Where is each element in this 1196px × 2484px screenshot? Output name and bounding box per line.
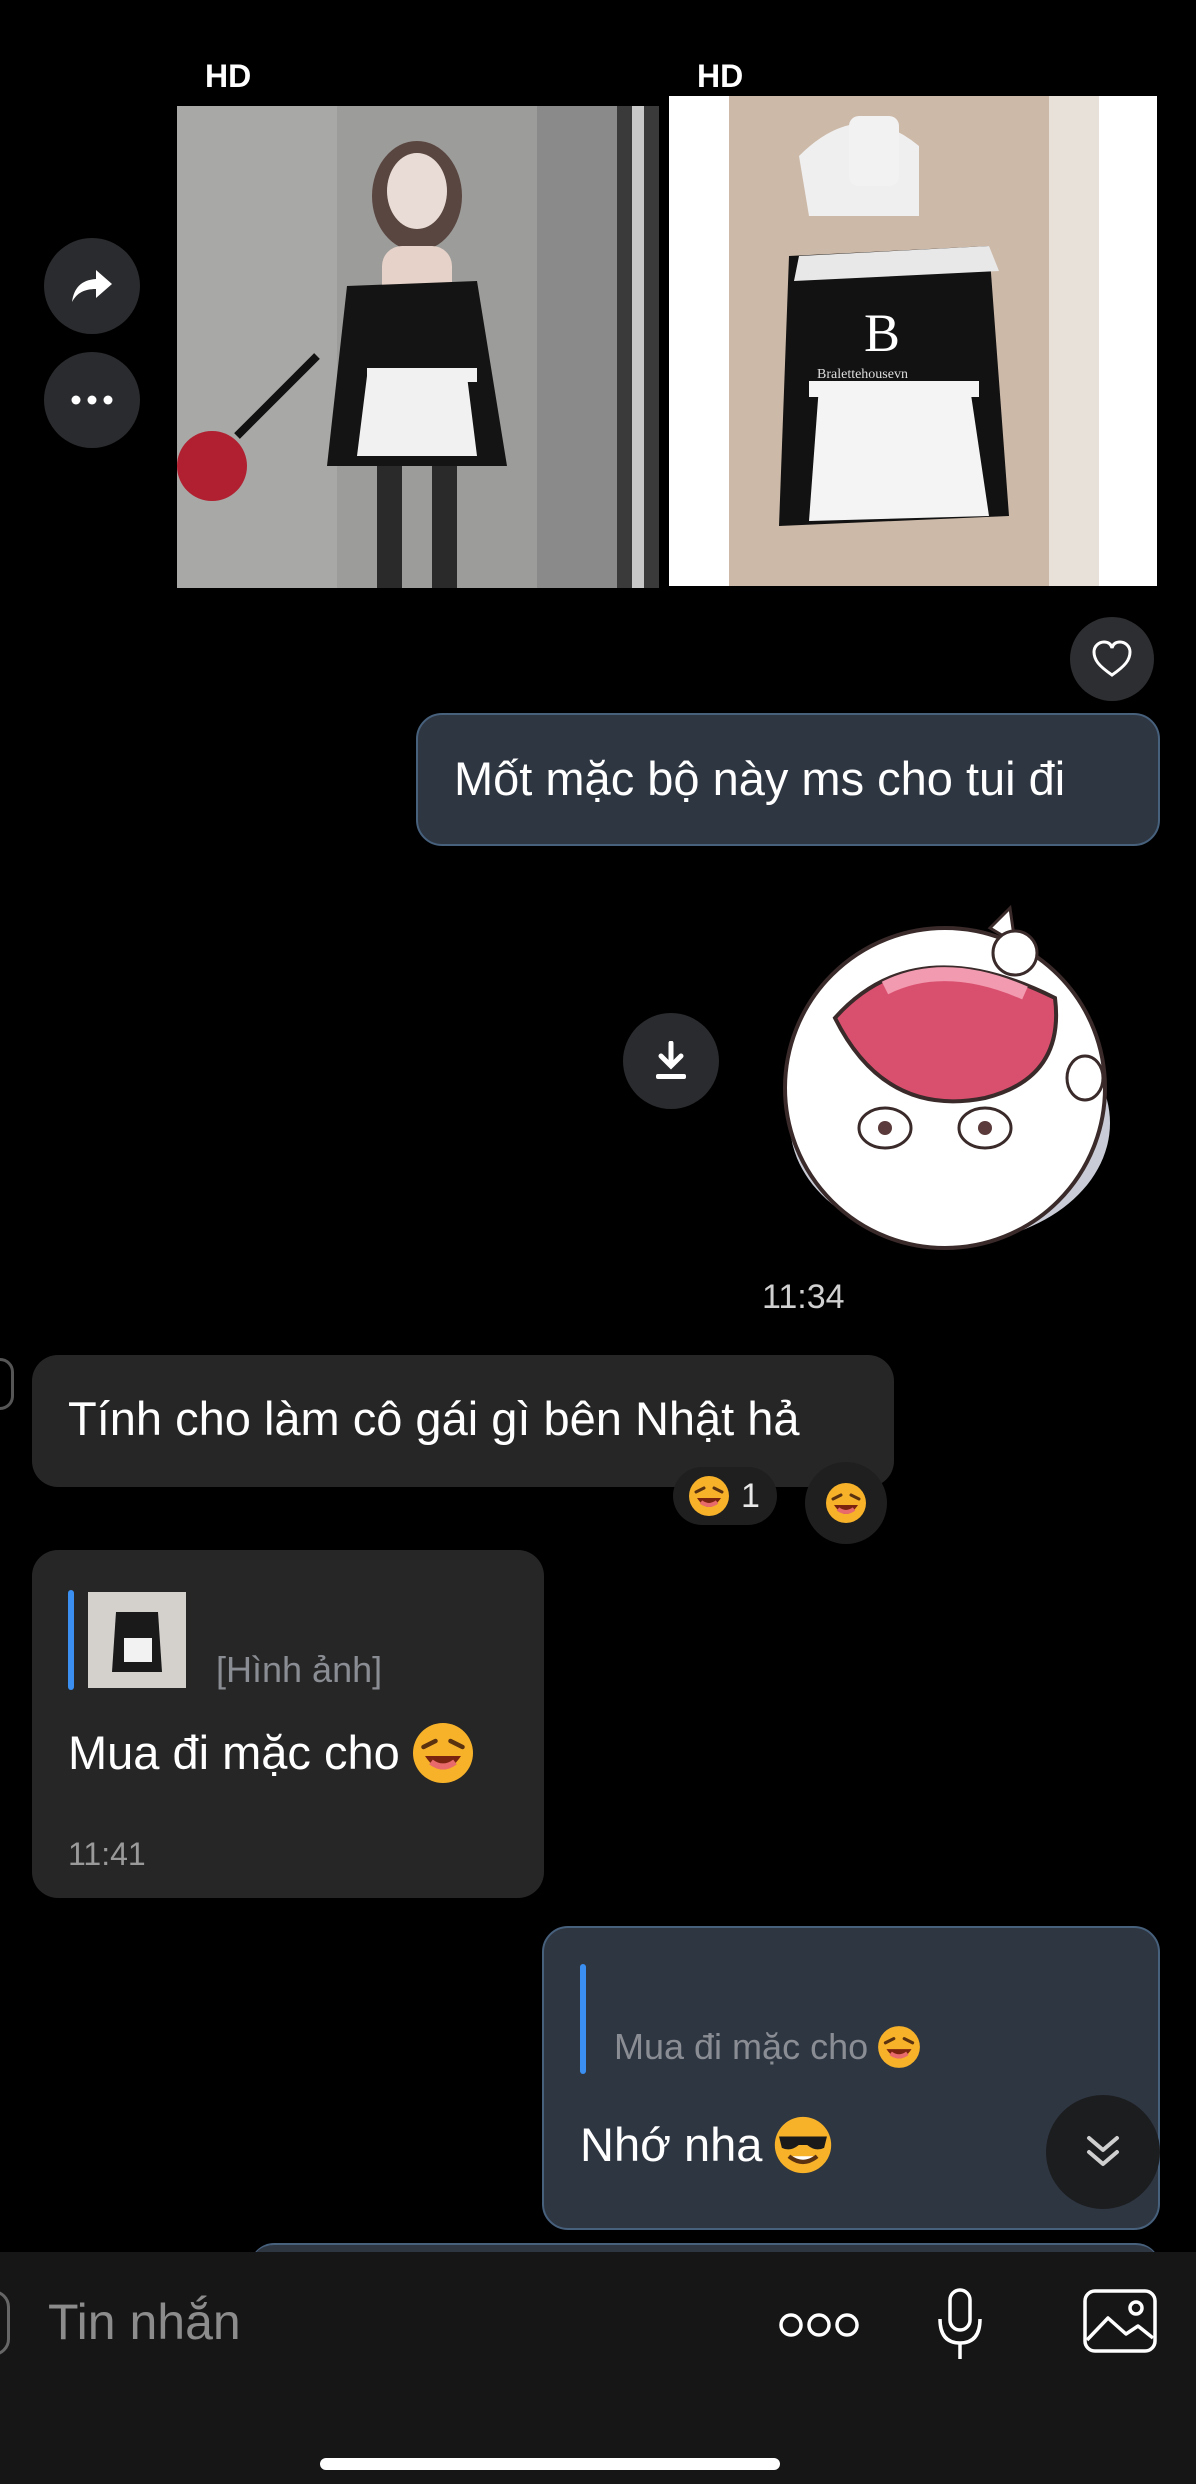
message-composer [0, 2252, 1196, 2484]
microphone-icon [938, 2288, 982, 2359]
message-content: Nhớ nha [580, 2114, 834, 2176]
scroll-to-bottom-button[interactable] [1046, 2095, 1160, 2209]
laughing-emoji-icon [412, 1723, 473, 1783]
reaction-summary[interactable]: 1 [673, 1467, 777, 1525]
quote-bar [68, 1590, 74, 1690]
voice-message-button[interactable] [930, 2285, 990, 2365]
sticker-laughing-cat[interactable] [765, 898, 1135, 1268]
photo-maid-outfit-model[interactable] [177, 106, 659, 588]
svg-text:B: B [864, 303, 900, 363]
quoted-image-thumbnail[interactable] [88, 1592, 186, 1688]
message-input[interactable]: Tin nhắn [48, 2293, 241, 2351]
message-content: Mua đi mặc cho [68, 1720, 476, 1786]
sunglasses-emoji-icon [775, 2116, 832, 2174]
more-options-button[interactable] [44, 352, 140, 448]
reaction-count: 1 [741, 1476, 760, 1515]
gallery-button[interactable] [1080, 2286, 1160, 2356]
message-text: Mua đi mặc cho [68, 1725, 400, 1779]
forward-icon [72, 270, 112, 302]
quoted-message: Mua đi mặc cho [614, 2024, 922, 2070]
forward-button[interactable] [44, 238, 140, 334]
watermark: Bralettehousevn [817, 367, 908, 382]
heart-icon [1092, 640, 1132, 677]
message-text: Tính cho làm cô gái gì bên Nhật hả [68, 1392, 800, 1445]
more-options-composer-button[interactable] [774, 2300, 864, 2350]
download-button[interactable] [623, 1013, 719, 1109]
photo-maid-outfit-mannequin[interactable]: B Bralettehousevn [669, 96, 1157, 586]
hd-badge-right: HD [697, 58, 744, 94]
avatar-edge [0, 1358, 14, 1410]
hd-badge-left: HD [205, 58, 252, 94]
ooo-icon [779, 2313, 859, 2337]
image-icon [1083, 2289, 1157, 2353]
laughing-emoji-icon [878, 2026, 921, 2068]
message-timestamp: 11:41 [68, 1836, 146, 1872]
outgoing-message[interactable]: Mốt mặc bộ này ms cho tui đi [416, 713, 1160, 846]
quote-bar [580, 1964, 586, 2074]
incoming-reply-message[interactable]: [Hình ảnh] Mua đi mặc cho 11:41 [32, 1550, 544, 1898]
quoted-text: Mua đi mặc cho [614, 2026, 869, 2068]
chevron-double-down-icon [1087, 2136, 1119, 2166]
laughing-emoji-icon [826, 1483, 866, 1523]
sticker-timestamp: 11:34 [762, 1278, 845, 1316]
laughing-emoji-icon [689, 1476, 729, 1516]
download-icon [656, 1041, 686, 1079]
incoming-message[interactable]: Tính cho làm cô gái gì bên Nhật hả [32, 1355, 894, 1487]
quoted-label: [Hình ảnh] [216, 1649, 383, 1690]
add-reaction-button[interactable] [805, 1462, 887, 1544]
more-horizontal-icon [71, 395, 113, 405]
message-text: Nhớ nha [580, 2117, 763, 2171]
heart-reaction-button[interactable] [1070, 617, 1154, 701]
home-indicator [320, 2458, 780, 2470]
message-text: Mốt mặc bộ này ms cho tui đi [454, 752, 1066, 805]
